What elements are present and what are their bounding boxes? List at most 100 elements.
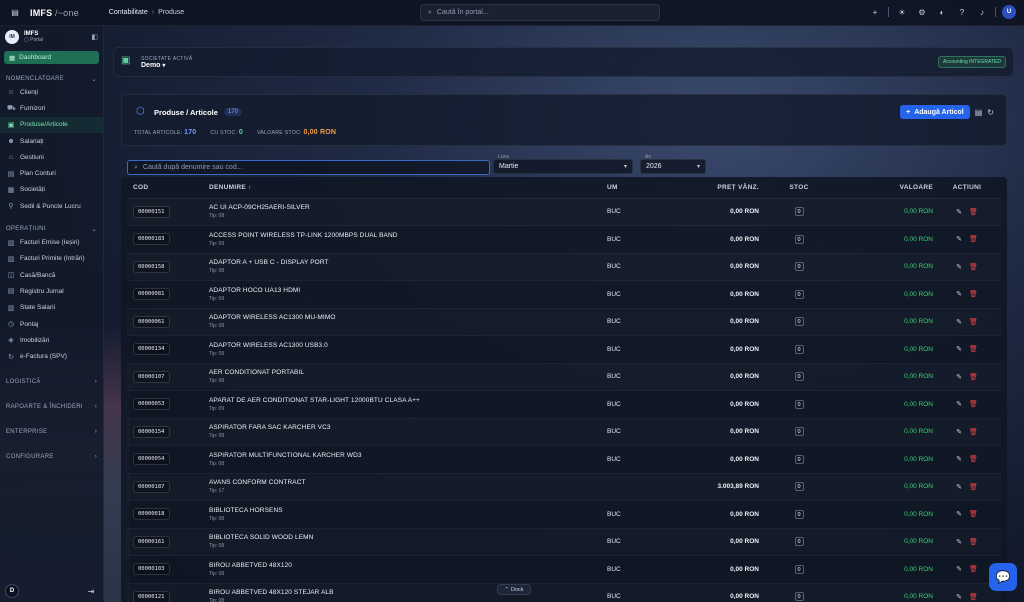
table-row[interactable]: 00000018 BIBLIOTECA HORSENS Tip: 08 BUC 0,00… [127,501,1001,528]
month-select[interactable]: Luna Martie ▾ [493,154,633,174]
edit-icon[interactable]: ✎ [956,291,962,298]
sidebar-item-5[interactable]: ▤ Plan Conturi [0,165,103,181]
col-stock[interactable]: STOC [759,177,839,199]
product-name: ADAPTOR HOCO UA13 HDMI [209,286,301,294]
trash-icon[interactable]: 🗑 [969,291,978,298]
sidebar-item-6[interactable]: ◈ Imobilizări [0,332,103,348]
table-row[interactable]: 00000103 BIROU ABBETVED 48X120 Tip: 08 BUC 0… [127,556,1001,583]
trash-icon[interactable]: 🗑 [969,511,978,518]
product-code: 00000061 [133,315,170,328]
section-configurare[interactable]: CONFIGURARE › [0,452,103,462]
stat-total: TOTAL ARTICOLE: 170 [134,129,197,136]
collapse-sidebar-icon[interactable]: ◧ [91,33,98,41]
table-row[interactable]: 00000053 APARAT DE AER CONDITIONAT STAR-L… [127,391,1001,418]
trash-icon[interactable]: 🗑 [969,264,978,271]
sidebar-item-dashboard[interactable]: ▦ Dashboard [4,51,99,64]
edit-icon[interactable]: ✎ [956,319,962,326]
trash-icon[interactable]: 🗑 [969,346,978,353]
edit-icon[interactable]: ✎ [956,346,962,353]
edit-icon[interactable]: ✎ [956,566,962,573]
table-row[interactable]: 00000061 ADAPTOR WIRELESS AC1300 MU-MIMO T… [127,308,1001,336]
section-rapoarte[interactable]: RAPOARTE & ÎNCHIDERI › [0,402,103,412]
export-icon[interactable]: ▤ [975,108,983,117]
table-row[interactable]: 00000183 ACCESS POINT WIRELESS TP-LINK 12… [127,226,1001,253]
sidebar-item-2[interactable]: ▣ Produse/Articole [0,116,103,133]
table-row[interactable]: 00000134 ADAPTOR WIRELESS AC1300 USB3.0 Ti… [127,336,1001,363]
edit-icon[interactable]: ✎ [956,429,962,436]
edit-icon[interactable]: ✎ [956,539,962,546]
section-logistica[interactable]: LOGISTICĂ › [0,377,103,387]
sidebar-toggle-icon[interactable]: ▤ [8,6,22,20]
trash-icon[interactable]: 🗑 [969,456,978,463]
trash-icon[interactable]: 🗑 [969,566,978,573]
gear-icon[interactable]: ⚙ [915,5,929,19]
chat-icon[interactable]: 💬 [989,563,1017,591]
dock-toggle[interactable]: ⌃ Dock [497,584,531,595]
col-price[interactable]: PREȚ VÂNZ. [669,177,759,199]
trash-icon[interactable]: 🗑 [969,484,978,491]
edit-icon[interactable]: ✎ [956,236,962,243]
col-code[interactable]: COD [127,177,209,199]
section-operatiuni[interactable]: OPERAȚIUNI ⌄ [0,224,103,234]
palette-icon[interactable]: ◐ [935,5,949,19]
edit-icon[interactable]: ✎ [956,456,962,463]
sidebar-item-7[interactable]: ↻ e-Factura (SPV) [0,348,103,364]
theme-icon[interactable]: ☀ [895,5,909,19]
sidebar-item-4[interactable]: ▥ State Salarii [0,300,103,316]
col-um[interactable]: UM [607,177,669,199]
help-icon[interactable]: ? [955,5,969,19]
page-title: Produse / Articole [154,107,218,117]
year-select[interactable]: An 2026 ▾ [640,154,706,174]
edit-icon[interactable]: ✎ [956,374,962,381]
edit-icon[interactable]: ✎ [956,264,962,271]
global-search[interactable]: ⌕ Caută în portal... [420,4,660,21]
sidebar-item-2[interactable]: ◫ Casă/Bancă [0,267,103,283]
logout-icon[interactable]: ⇥ [84,584,98,598]
trash-icon[interactable]: 🗑 [969,209,978,216]
sidebar-item-1[interactable]: ⛟ Furnizori [0,100,103,116]
table-row[interactable]: 00000187 AVANS CONFORM CONTRACT Tip: 17 3.0… [127,473,1001,501]
table-row[interactable]: 00000151 AC UI ACP-09CH25AERI-SILVER Tip: … [127,198,1001,226]
table-row[interactable]: 00000154 ASPIRATOR FARA SAC KARCHER VC3 Ti… [127,418,1001,446]
bell-icon[interactable]: ♪ [975,5,989,19]
trash-icon[interactable]: 🗑 [969,374,978,381]
edit-icon[interactable]: ✎ [956,401,962,408]
edit-icon[interactable]: ✎ [956,484,962,491]
trash-icon[interactable]: 🗑 [969,539,978,546]
edit-icon[interactable]: ✎ [956,594,962,601]
table-row[interactable]: 00000121 BIROU ABBETVED 48X120 STEJAR ALB… [127,583,1001,602]
col-name[interactable]: DENUMIRE ↑ [209,177,607,199]
trash-icon[interactable]: 🗑 [969,319,978,326]
sidebar-item-4[interactable]: ⌂ Gestiuni [0,149,103,165]
section-nomenclatoare[interactable]: NOMENCLATOARE ⌄ [0,74,103,84]
table-row[interactable]: 00000161 BIBLIOTECA SOLID WOOD LEMN Tip: 0… [127,528,1001,556]
trash-icon[interactable]: 🗑 [969,401,978,408]
product-search-input[interactable]: ⌕ Caută după denumire sau cod... [127,160,490,175]
sidebar-item-3[interactable]: ☻ Salariați [0,133,103,149]
sidebar-item-0[interactable]: ▧ Facturi Emise (Ieșiri) [0,234,103,250]
sidebar-item-7[interactable]: ⚲ Sedii & Puncte Lucru [0,198,103,214]
table-row[interactable]: 00000158 ADAPTOR A + USB C - DISPLAY PORT… [127,253,1001,281]
sidebar-item-0[interactable]: ☺ Clienți [0,84,103,100]
trash-icon[interactable]: 🗑 [969,429,978,436]
user-avatar[interactable]: D [5,584,19,598]
edit-icon[interactable]: ✎ [956,209,962,216]
user-avatar[interactable]: U [1002,5,1016,19]
sidebar-item-6[interactable]: ▦ Societăți [0,182,103,198]
add-article-button[interactable]: + Adaugă Articol [900,105,970,119]
plus-icon[interactable]: + [868,5,882,19]
edit-icon[interactable]: ✎ [956,511,962,518]
section-enterprise[interactable]: ENTERPRISE › [0,427,103,437]
table-row[interactable]: 00000107 AER CONDITIONAT PORTABIL Tip: 08 B… [127,363,1001,391]
col-value[interactable]: VALOARE [839,177,933,199]
sidebar-item-5[interactable]: ◷ Pontaj [0,316,103,332]
trash-icon[interactable]: 🗑 [969,594,978,601]
table-row[interactable]: 00000054 ASPIRATOR MULTIFUNCTIONAL KARCHE… [127,446,1001,473]
table-row[interactable]: 00000081 ADAPTOR HOCO UA13 HDMI Tip: 09 BUC… [127,281,1001,308]
breadcrumb-contabilitate[interactable]: Contabilitate [109,9,148,16]
company-select[interactable]: Demo ▾ [141,62,193,69]
trash-icon[interactable]: 🗑 [969,236,978,243]
sidebar-item-1[interactable]: ▨ Facturi Primite (Intrări) [0,251,103,267]
sidebar-item-3[interactable]: ▤ Registru Jurnal [0,283,103,299]
refresh-icon[interactable]: ↻ [987,108,994,117]
